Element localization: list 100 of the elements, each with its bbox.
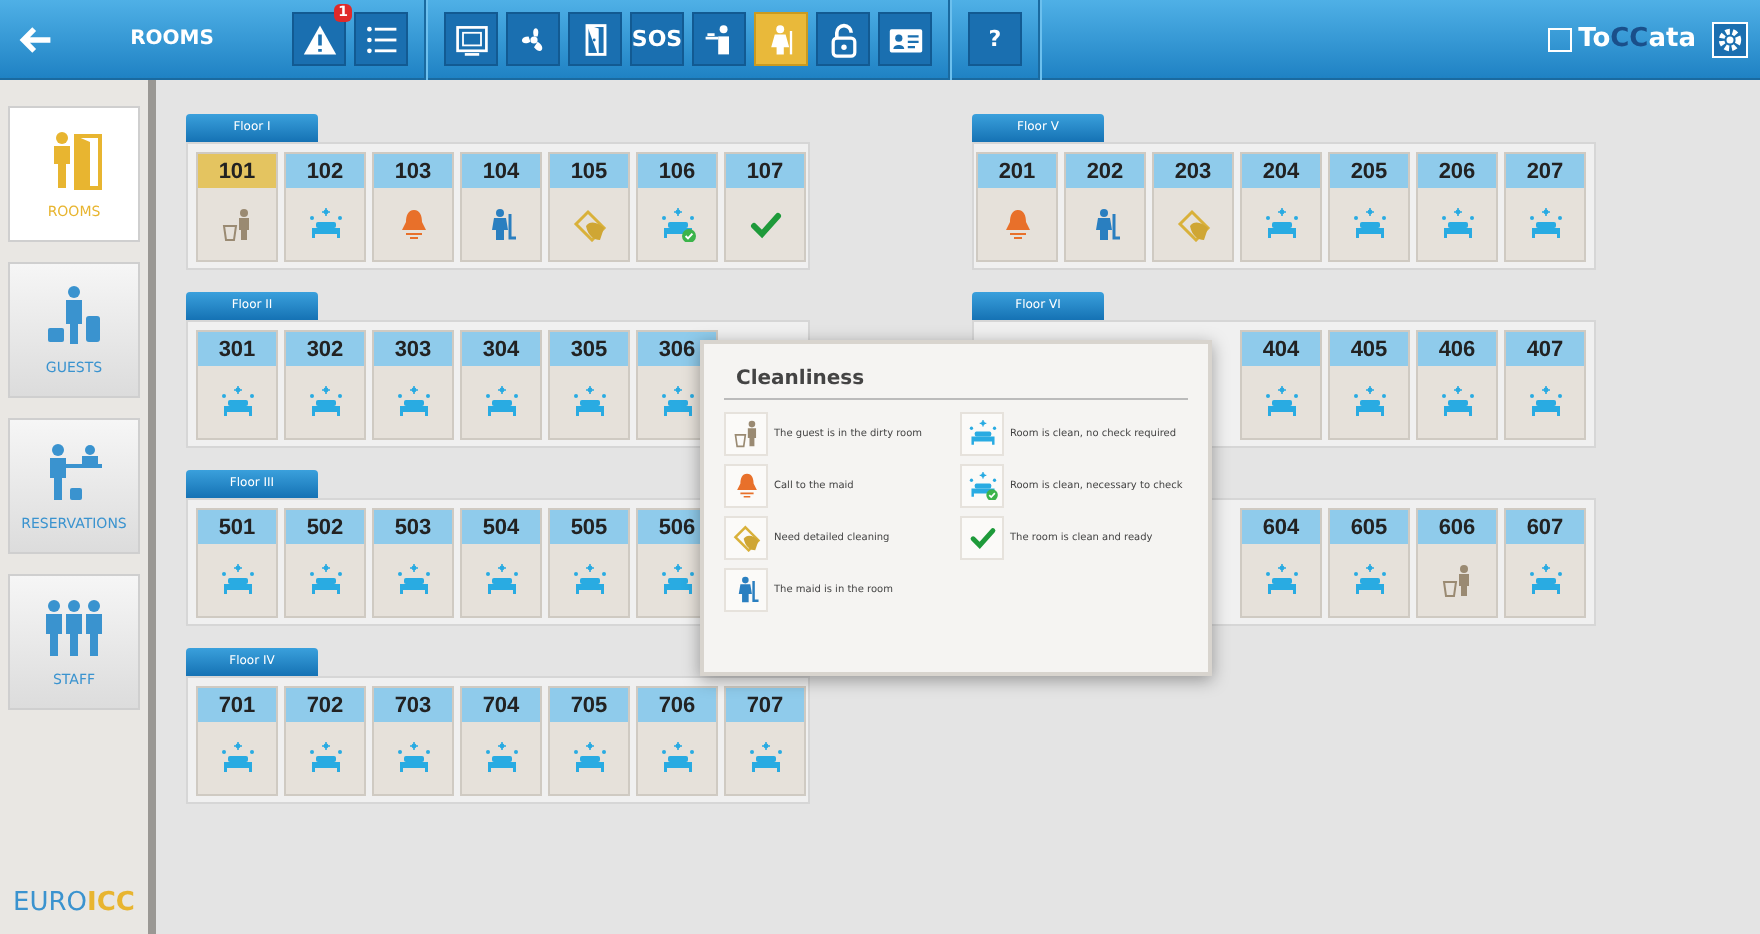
room-number: 504 [462,510,540,544]
room-tile[interactable]: 105 [548,152,630,262]
room-tile[interactable]: 205 [1328,152,1410,262]
room-number: 607 [1506,510,1584,544]
room-number: 501 [198,510,276,544]
room-tile[interactable]: 605 [1328,508,1410,618]
bed-sparkle-icon [307,207,343,241]
traveler-luggage-icon [42,284,106,348]
room-number: 502 [286,510,364,544]
room-tile[interactable]: 304 [460,330,542,440]
room-tile[interactable]: 604 [1240,508,1322,618]
bed-sparkle-icon [395,385,431,419]
door-button[interactable] [568,12,622,66]
room-tile[interactable]: 504 [460,508,542,618]
list-button[interactable] [354,12,408,66]
staff-group-icon [42,596,106,660]
room-tile[interactable]: 503 [372,508,454,618]
room-number: 407 [1506,332,1584,366]
settings-button[interactable] [1712,21,1748,57]
card-button[interactable] [878,12,932,66]
monitor-button[interactable] [444,12,498,66]
room-number: 406 [1418,332,1496,366]
bed-sparkle-icon [483,563,519,597]
room-tile[interactable]: 607 [1504,508,1586,618]
room-tile[interactable]: 406 [1416,330,1498,440]
room-tile[interactable]: 705 [548,686,630,796]
bed-sparkle-icon [1351,385,1387,419]
room-tile[interactable]: 201 [976,152,1058,262]
room-tile[interactable]: 505 [548,508,630,618]
room-tile[interactable]: 303 [372,330,454,440]
room-number: 303 [374,332,452,366]
room-number: 102 [286,154,364,188]
bed-sparkle-icon [307,385,343,419]
room-tile[interactable]: 203 [1152,152,1234,262]
waiter-button[interactable] [692,12,746,66]
bed-sparkle-icon [307,741,343,775]
room-tile[interactable]: 302 [284,330,366,440]
room-tile[interactable]: 101 [196,152,278,262]
bed-sparkle-icon [1263,207,1299,241]
warning-icon [301,21,337,57]
toolbar-button[interactable]: SOS [630,12,684,66]
room-tile[interactable]: 305 [548,330,630,440]
room-number: 103 [374,154,452,188]
bed-sparkle-icon [1527,385,1563,419]
room-number: 201 [978,154,1056,188]
dialog-title: Cleanliness [724,368,1188,400]
room-tile[interactable]: 703 [372,686,454,796]
room-tile[interactable]: 202 [1064,152,1146,262]
bed-sparkle-icon [659,563,695,597]
sponge-hand-icon [1175,207,1211,241]
bed-sparkle-icon [571,563,607,597]
bed-sparkle-icon [395,563,431,597]
room-tile[interactable]: 301 [196,330,278,440]
lock-button[interactable] [816,12,870,66]
room-tile[interactable]: 702 [284,686,366,796]
room-number: 107 [726,154,804,188]
room-tile[interactable]: 102 [284,152,366,262]
settings-icon [1716,25,1744,53]
bed-sparkle-icon [219,385,255,419]
room-tile[interactable]: 204 [1240,152,1322,262]
room-number: 301 [198,332,276,366]
person-trash-can-icon [219,207,255,241]
bell-icon [731,472,761,500]
bed-check-icon [967,472,997,500]
room-number: 706 [638,688,716,722]
room-tile[interactable]: 707 [724,686,806,796]
room-tile[interactable]: 107 [724,152,806,262]
room-number: 202 [1066,154,1144,188]
room-number: 206 [1418,154,1496,188]
bed-check-icon [659,207,695,241]
room-number: 205 [1330,154,1408,188]
bed-sparkle-icon [219,741,255,775]
room-tile[interactable]: 704 [460,686,542,796]
room-number: 305 [550,332,628,366]
room-tile[interactable]: 501 [196,508,278,618]
room-tile[interactable]: 207 [1504,152,1586,262]
room-tile[interactable]: 706 [636,686,718,796]
room-number: 101 [198,154,276,188]
room-number: 705 [550,688,628,722]
room-tile[interactable]: 606 [1416,508,1498,618]
room-tile[interactable]: 106 [636,152,718,262]
room-number: 207 [1506,154,1584,188]
back-arrow-icon [18,21,54,57]
bed-sparkle-icon [219,563,255,597]
bed-sparkle-icon [967,420,997,448]
room-tile[interactable]: 405 [1328,330,1410,440]
room-tile[interactable]: 104 [460,152,542,262]
room-tile[interactable]: 404 [1240,330,1322,440]
room-tile[interactable]: 103 [372,152,454,262]
fan-button[interactable] [506,12,560,66]
bed-sparkle-icon [483,385,519,419]
person-trash-can-icon [731,420,761,448]
room-tile[interactable]: 502 [284,508,366,618]
room-number: 701 [198,688,276,722]
bed-sparkle-icon [307,563,343,597]
company-logo: EUROICC [13,888,135,918]
room-tile[interactable]: 407 [1504,330,1586,440]
room-tile[interactable]: 206 [1416,152,1498,262]
toolbar-button[interactable]: ? [968,12,1022,66]
room-tile[interactable]: 701 [196,686,278,796]
